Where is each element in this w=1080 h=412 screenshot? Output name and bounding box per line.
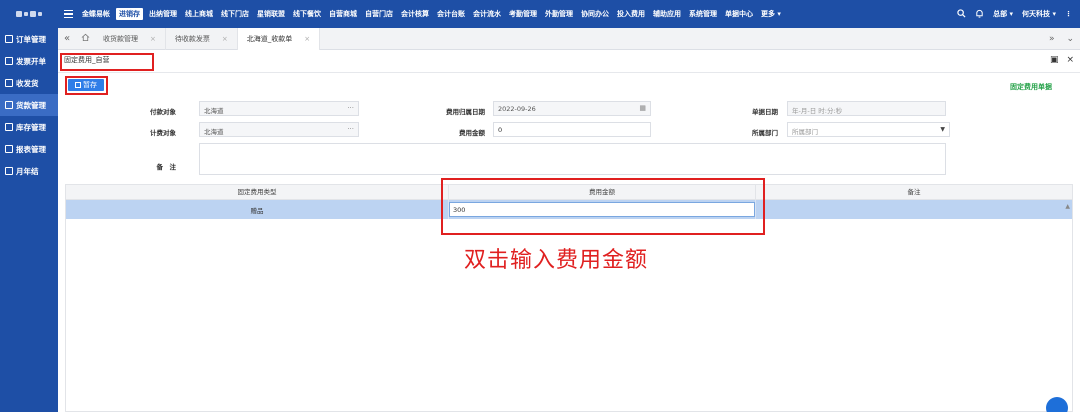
nav-item-online-mall[interactable]: 线上商城 (181, 0, 217, 28)
nav-item-expense[interactable]: 投入费用 (613, 0, 649, 28)
sidebar-item-orders[interactable]: 订单管理 (0, 28, 58, 50)
payee-field[interactable]: 北海道 ··· (199, 101, 359, 116)
hamburger-menu-icon[interactable] (58, 9, 78, 19)
nav-menu: 金蝶易帐 进销存 出纳管理 线上商城 线下门店 星销联盟 线下餐饮 自营商城 自… (78, 0, 785, 28)
header-icons: ▣ × (1050, 55, 1074, 65)
calendar-icon (5, 167, 13, 175)
nav-right: 总部 ▾ 何天科技 ▾ ⋮ (957, 0, 1072, 28)
doc-date-label: 单据日期 (752, 108, 778, 116)
remark-textarea[interactable] (199, 143, 946, 175)
order-icon (5, 35, 13, 43)
sidebar-item-shipping[interactable]: 收发货 (0, 72, 58, 94)
nav-item-office[interactable]: 协同办公 (577, 0, 613, 28)
nav-item-ledger[interactable]: 会计台账 (433, 0, 469, 28)
tab-pending-invoices[interactable]: 待收款发票 × (166, 27, 238, 50)
sidebar: 订单管理 发票开单 收发货 货款管理 库存管理 报表管理 月年结 (0, 28, 58, 412)
payment-icon (5, 101, 13, 109)
window-icon[interactable]: ▣ (1050, 55, 1059, 65)
expense-date-label: 费用归属日期 (446, 108, 485, 116)
col-header-type: 固定费用类型 (66, 185, 449, 199)
nav-item-field[interactable]: 外勤管理 (541, 0, 577, 28)
doc-date-field[interactable]: 年-月-日 时:分:秒 (787, 101, 946, 116)
amount-label: 费用金额 (459, 129, 485, 137)
cell-type[interactable]: 赠品 (66, 200, 449, 219)
top-navigation: 金蝶易帐 进销存 出纳管理 线上商城 线下门店 星销联盟 线下餐饮 自营商城 自… (0, 0, 1080, 28)
tab-controls: » ⌄ (1049, 28, 1074, 50)
nav-item-own-mall[interactable]: 自营商城 (325, 0, 361, 28)
help-bubble-icon[interactable] (1046, 397, 1068, 412)
sidebar-item-payments[interactable]: 货款管理 (0, 94, 58, 116)
nav-item-system[interactable]: 系统管理 (685, 0, 721, 28)
nav-item-aux[interactable]: 辅助应用 (649, 0, 685, 28)
highlight-box-save (65, 76, 108, 95)
nav-item-accounting[interactable]: 会计核算 (397, 0, 433, 28)
instruction-hint: 双击输入费用金额 (464, 248, 649, 273)
nav-item-own-store[interactable]: 自营门店 (361, 0, 397, 28)
amount-field[interactable]: 0 (493, 122, 651, 137)
sidebar-item-stock[interactable]: 库存管理 (0, 116, 58, 138)
invoice-icon (5, 57, 13, 65)
col-header-remark: 备注 (907, 188, 921, 196)
highlight-box-amount (441, 178, 765, 235)
report-icon (5, 145, 13, 153)
close-icon[interactable]: × (150, 28, 156, 50)
close-icon[interactable]: × (1066, 55, 1074, 65)
home-icon[interactable] (76, 33, 94, 45)
form-header: 固定费用_自营 ▣ × (58, 51, 1080, 73)
nav-item-attendance[interactable]: 考勤管理 (505, 0, 541, 28)
app-logo (0, 0, 58, 28)
double-chevron-right-icon[interactable]: » (1049, 34, 1055, 44)
stock-icon (5, 123, 13, 131)
calendar-icon[interactable]: ▦ (639, 104, 646, 112)
scroll-up-icon[interactable]: ▲ (1065, 203, 1070, 210)
sidebar-item-closing[interactable]: 月年结 (0, 160, 58, 182)
toolbar: 暂存 固定费用单据 (58, 74, 1080, 96)
payee-label: 付款对象 (150, 108, 176, 116)
bell-icon[interactable] (975, 9, 984, 20)
cost-object-field[interactable]: 北海道 ··· (199, 122, 359, 137)
nav-item-cashier[interactable]: 出纳管理 (145, 0, 181, 28)
nav-item-star-alliance[interactable]: 星销联盟 (253, 0, 289, 28)
truck-icon (5, 79, 13, 87)
doc-type-label: 固定费用单据 (1010, 83, 1052, 91)
user-dropdown[interactable]: 总部 ▾ (993, 9, 1013, 19)
nav-item-jindie[interactable]: 金蝶易帐 (78, 0, 114, 28)
tab-receipt[interactable]: 北海道_收款单 × (237, 27, 321, 50)
nav-item-journal[interactable]: 会计流水 (469, 0, 505, 28)
remark-label: 备 注 (156, 163, 177, 171)
tab-bar: « 收货款管理 × 待收款发票 × 北海道_收款单 × » ⌄ (58, 27, 1080, 50)
chevron-down-icon[interactable]: ⌄ (1066, 34, 1074, 44)
cost-object-label: 计费对象 (150, 129, 176, 137)
sidebar-item-reports[interactable]: 报表管理 (0, 138, 58, 160)
nav-item-inventory[interactable]: 进销存 (116, 8, 143, 20)
close-icon[interactable]: × (304, 28, 310, 50)
double-chevron-left-icon[interactable]: « (58, 33, 76, 44)
cell-remark[interactable] (756, 200, 1072, 219)
search-icon[interactable] (957, 8, 966, 20)
close-icon[interactable]: × (222, 28, 228, 50)
tab-receivables[interactable]: 收货款管理 × (94, 27, 166, 50)
nav-item-catering[interactable]: 线下餐饮 (289, 0, 325, 28)
department-label: 所属部门 (752, 129, 778, 137)
more-options-icon[interactable]: ⋮ (1065, 10, 1072, 18)
ellipsis-icon[interactable]: ··· (347, 125, 354, 133)
department-select[interactable]: 所属部门 ▼ (787, 122, 950, 137)
dropdown-arrow-icon[interactable]: ▼ (940, 126, 945, 133)
nav-item-more[interactable]: 更多 ▾ (757, 0, 785, 28)
company-dropdown[interactable]: 何天科技 ▾ (1022, 9, 1056, 19)
nav-item-doc-center[interactable]: 单据中心 (721, 0, 757, 28)
sidebar-item-invoice[interactable]: 发票开单 (0, 50, 58, 72)
highlight-box-title (60, 53, 154, 71)
ellipsis-icon[interactable]: ··· (347, 104, 354, 112)
expense-date-field[interactable]: 2022-09-26 ▦ (493, 101, 651, 116)
nav-item-offline-store[interactable]: 线下门店 (217, 0, 253, 28)
